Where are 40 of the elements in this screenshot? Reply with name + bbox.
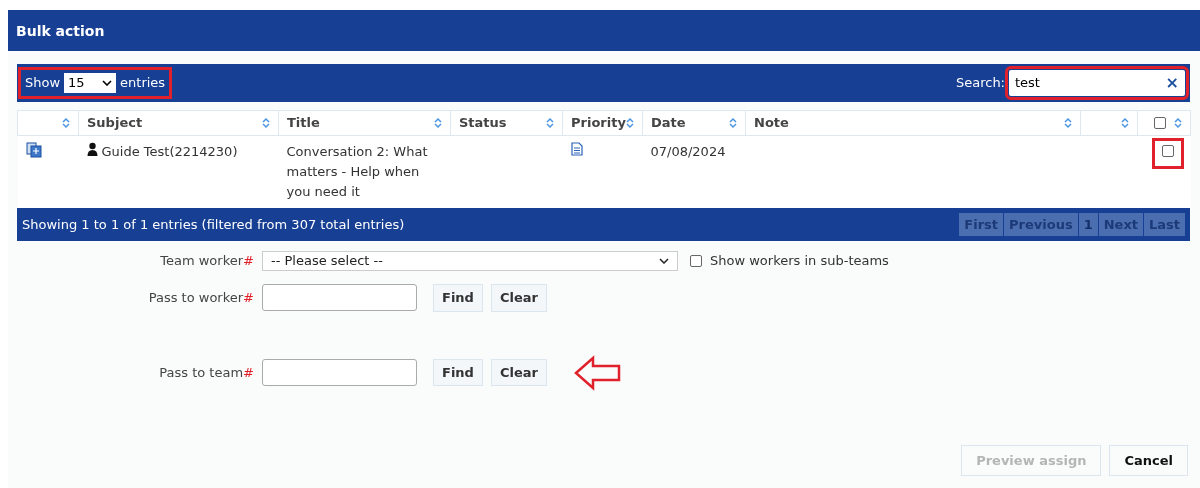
sort-icon [1121,117,1129,129]
sort-icon [729,117,737,129]
checkbox-label: Show workers in sub-teams [710,252,889,271]
action-button[interactable]: Clear [490,284,547,312]
entries-select[interactable]: 15 [64,73,117,93]
chevron-icon [659,258,669,264]
action-button[interactable]: Find [433,358,483,387]
column-header[interactable]: Title [287,113,320,133]
column-header[interactable]: Note [754,113,789,133]
table-cell-text: Guide Test(2214230) [101,143,238,161]
clear-search-button[interactable]: × [1165,71,1179,95]
field-label: Team worker# [160,253,254,269]
document-icon [25,142,42,158]
table-cell: Conversation 2: What matters - Help when you need it [286,144,428,199]
row-checkbox[interactable] [1162,145,1174,157]
chevron-icon [102,80,113,86]
text-input[interactable] [262,359,417,386]
table-info: Showing 1 to 1 of 1 entries (filtered from 307 total entries) [22,215,405,234]
action-button[interactable]: Find [433,284,483,312]
person-icon [86,142,98,156]
worker-select[interactable]: -- Please select -- [262,251,678,271]
entries-label: entries [120,74,166,93]
sort-icon [434,117,442,129]
field-label: Pass to worker# [148,290,254,305]
select-all-checkbox[interactable] [1154,117,1166,129]
sort-icon [62,117,70,129]
sort-icon [546,117,554,129]
search-label: Search: [955,74,1005,93]
window-title: Bulk action [16,23,105,39]
sort-icon [626,117,634,129]
action-button[interactable]: Clear [490,358,547,387]
action-button[interactable]: Cancel [1109,444,1188,476]
field-label: Pass to team# [159,364,254,380]
sort-icon [1174,117,1182,129]
show-label: Show [25,74,61,93]
text-input[interactable] [262,284,417,312]
sort-icon [262,117,270,129]
table-cell: 07/08/2024 [650,144,726,159]
sort-icon [1064,117,1072,129]
checkbox[interactable] [690,255,702,267]
